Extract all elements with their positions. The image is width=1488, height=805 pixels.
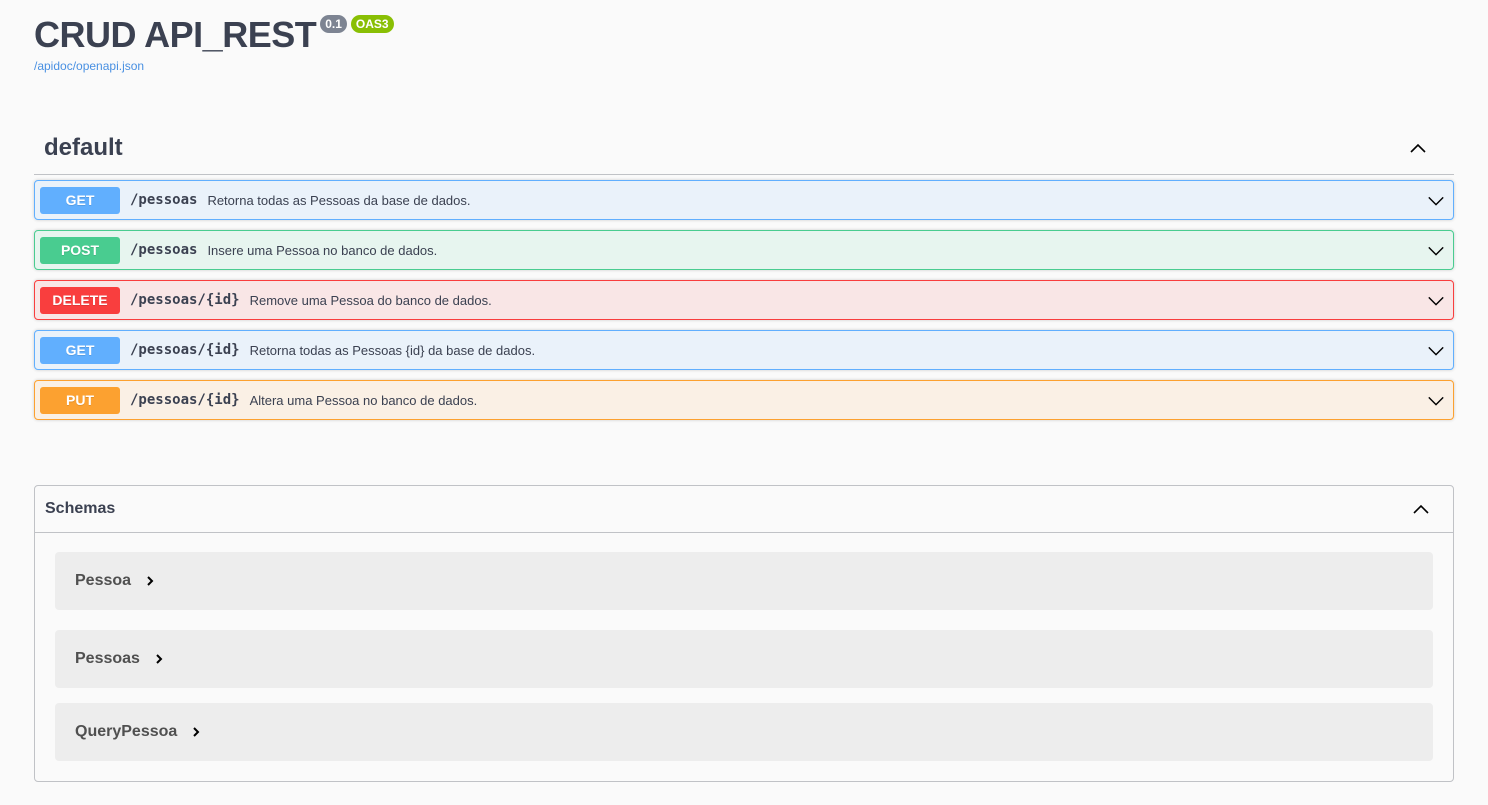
chevron-down-icon[interactable] — [1427, 192, 1445, 210]
operation-delete-pessoas-id[interactable]: DELETE /pessoas/{id} Remove uma Pessoa d… — [34, 280, 1454, 320]
operation-summary: Insere uma Pessoa no banco de dados. — [207, 243, 437, 258]
method-badge: GET — [40, 187, 120, 214]
operation-put-pessoas-id[interactable]: PUT /pessoas/{id} Altera uma Pessoa no b… — [34, 380, 1454, 420]
model-pessoas[interactable]: Pessoas — [55, 630, 1433, 688]
model-pessoa[interactable]: Pessoa — [55, 552, 1433, 610]
model-name: Pessoas — [75, 650, 140, 668]
chevron-right-icon[interactable] — [189, 725, 203, 739]
method-badge: POST — [40, 237, 120, 264]
chevron-up-icon[interactable] — [1408, 138, 1428, 158]
operation-summary: Retorna todas as Pessoas {id} da base de… — [250, 343, 535, 358]
method-badge: PUT — [40, 387, 120, 414]
method-badge: GET — [40, 337, 120, 364]
operation-path: /pessoas/{id} — [130, 292, 240, 308]
operation-summary: Retorna todas as Pessoas da base de dado… — [207, 193, 470, 208]
badges: 0.1 OAS3 — [320, 15, 397, 33]
api-info: CRUD API_REST 0.1 OAS3 /apidoc/openapi.j… — [34, 14, 398, 73]
version-badge: 0.1 — [320, 15, 347, 33]
operation-summary: Altera uma Pessoa no banco de dados. — [250, 393, 478, 408]
chevron-down-icon[interactable] — [1427, 342, 1445, 360]
chevron-down-icon[interactable] — [1427, 242, 1445, 260]
tag-name: default — [44, 134, 123, 162]
chevron-right-icon[interactable] — [152, 652, 166, 666]
model-querypessoa[interactable]: QueryPessoa — [55, 703, 1433, 761]
chevron-down-icon[interactable] — [1427, 392, 1445, 410]
tag-section-default: default GET /pessoas Retorna todas as Pe… — [34, 122, 1454, 430]
model-name: Pessoa — [75, 572, 131, 590]
operation-path: /pessoas/{id} — [130, 392, 240, 408]
operation-post-pessoas[interactable]: POST /pessoas Insere uma Pessoa no banco… — [34, 230, 1454, 270]
page-title: CRUD API_REST — [34, 14, 316, 56]
operation-path: /pessoas — [130, 242, 197, 258]
operation-path: /pessoas/{id} — [130, 342, 240, 358]
title-row: CRUD API_REST 0.1 OAS3 — [34, 14, 398, 56]
tag-header[interactable]: default — [34, 122, 1454, 175]
schemas-header[interactable]: Schemas — [35, 486, 1453, 533]
spec-link[interactable]: /apidoc/openapi.json — [34, 59, 398, 73]
schemas-title: Schemas — [45, 500, 115, 518]
method-badge: DELETE — [40, 287, 120, 314]
oas-badge: OAS3 — [351, 15, 394, 33]
schemas-section: Schemas Pessoa Pessoas QueryPessoa — [34, 485, 1454, 782]
operation-get-pessoas-id[interactable]: GET /pessoas/{id} Retorna todas as Pesso… — [34, 330, 1454, 370]
chevron-down-icon[interactable] — [1427, 292, 1445, 310]
chevron-up-icon[interactable] — [1411, 499, 1431, 519]
operation-path: /pessoas — [130, 192, 197, 208]
model-name: QueryPessoa — [75, 723, 177, 741]
chevron-right-icon[interactable] — [143, 574, 157, 588]
operation-summary: Remove uma Pessoa do banco de dados. — [250, 293, 492, 308]
operation-get-pessoas[interactable]: GET /pessoas Retorna todas as Pessoas da… — [34, 180, 1454, 220]
